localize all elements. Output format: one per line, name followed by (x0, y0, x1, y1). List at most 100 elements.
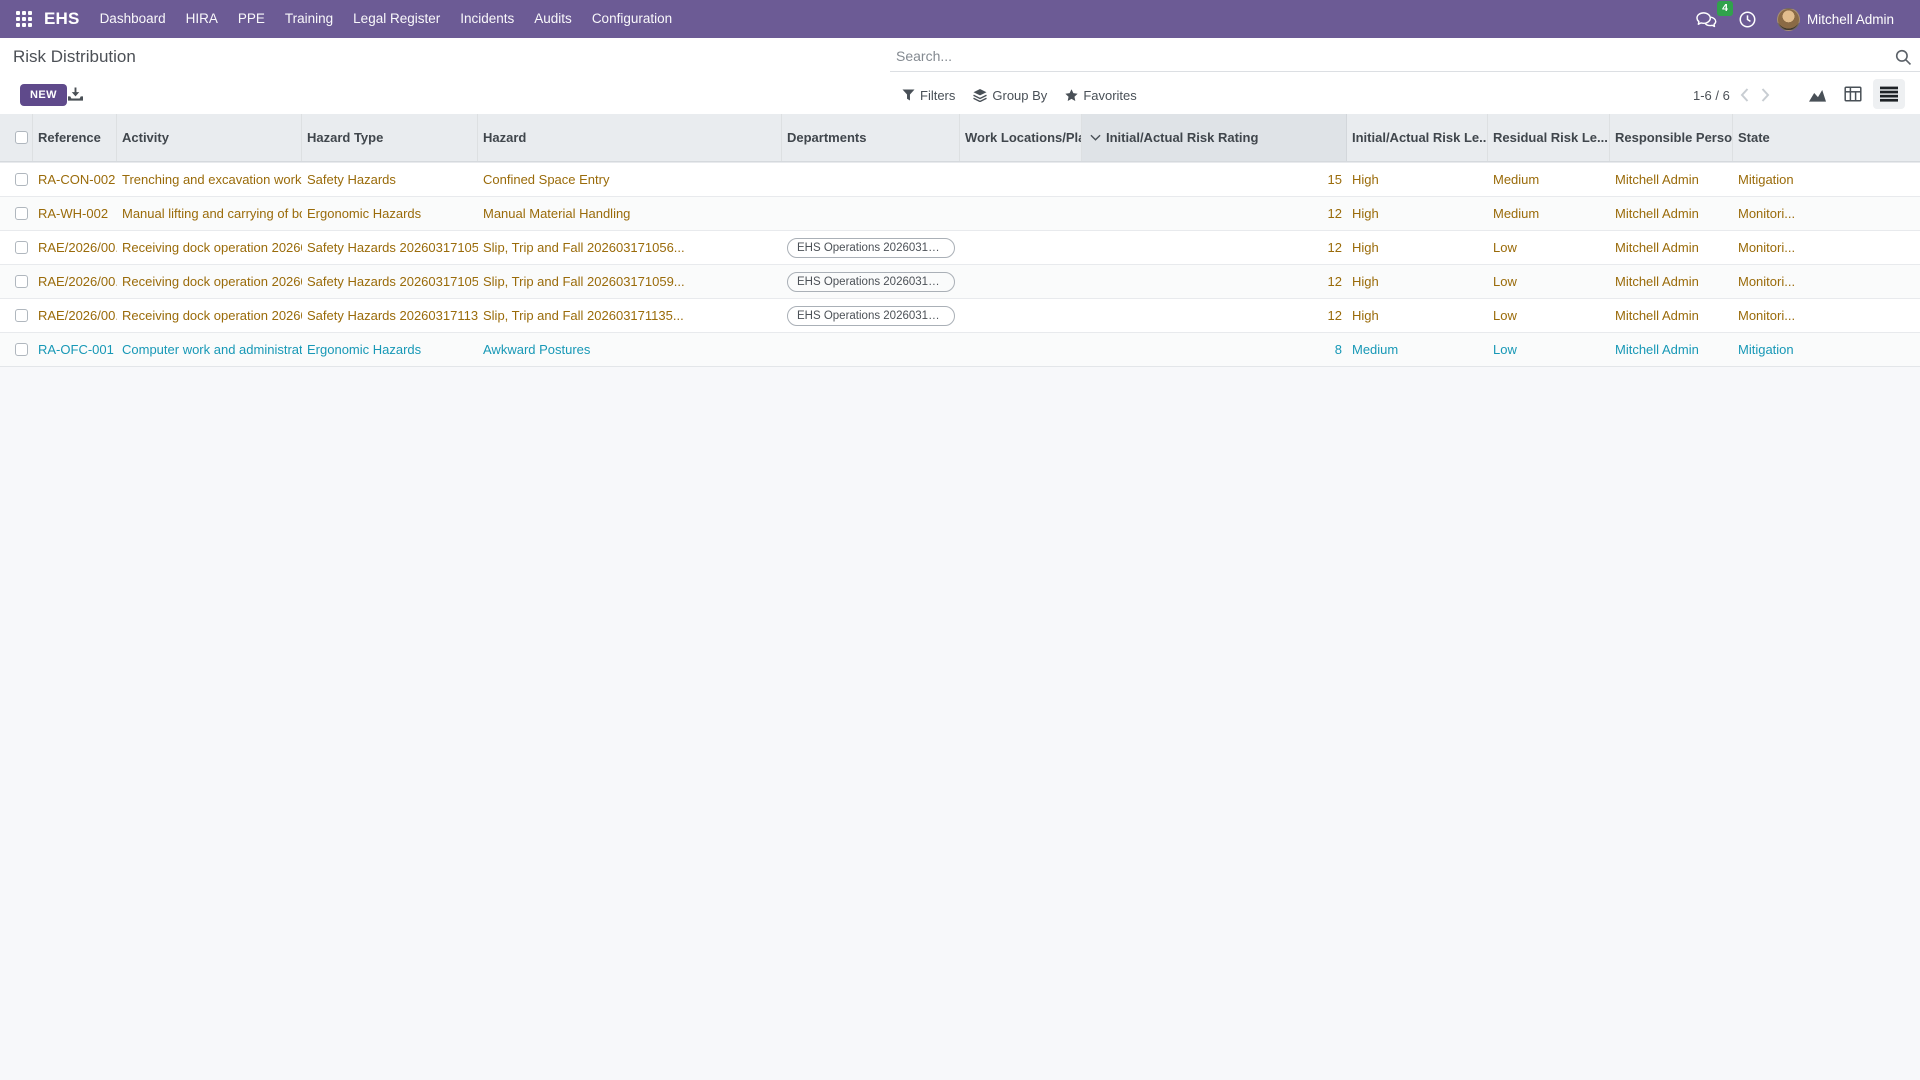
cell-initial-risk-level: High (1347, 197, 1488, 230)
pager: 1-6 / 6 (1693, 84, 1772, 106)
cell-departments (782, 163, 960, 196)
col-hazard-type[interactable]: Hazard Type (302, 114, 478, 161)
filters-button[interactable]: Filters (902, 88, 955, 103)
row-checkbox[interactable] (15, 241, 28, 254)
cell-residual-risk-level: Low (1488, 333, 1610, 366)
messages-button[interactable]: 4 (1695, 10, 1718, 29)
row-checkbox[interactable] (15, 309, 28, 322)
table-row[interactable]: RAE/2026/00...Receiving dock operation 2… (0, 298, 1920, 332)
cell-work-locations (960, 197, 1082, 230)
col-responsible-person[interactable]: Responsible Person (1610, 114, 1733, 161)
table-row[interactable]: RA-OFC-001Computer work and administrati… (0, 332, 1920, 366)
messages-badge: 4 (1717, 1, 1733, 16)
col-state[interactable]: State (1733, 114, 1920, 161)
col-departments[interactable]: Departments (782, 114, 960, 161)
row-select-cell[interactable] (0, 265, 33, 298)
list-view-icon (1880, 86, 1898, 102)
star-icon (1065, 89, 1078, 102)
row-select-cell[interactable] (0, 231, 33, 264)
cell-activity: Receiving dock operation 202603... (117, 299, 302, 332)
cell-activity: Manual lifting and carrying of box... (117, 197, 302, 230)
table-row[interactable]: RAE/2026/00...Receiving dock operation 2… (0, 264, 1920, 298)
group-by-button[interactable]: Group By (973, 88, 1047, 103)
cell-risk-rating: 8 (1082, 333, 1347, 366)
cell-departments: EHS Operations 202603171135... (782, 299, 960, 332)
group-by-label: Group By (992, 88, 1047, 103)
row-checkbox[interactable] (15, 207, 28, 220)
cell-risk-rating: 15 (1082, 163, 1347, 196)
cell-risk-rating: 12 (1082, 231, 1347, 264)
cell-risk-rating: 12 (1082, 265, 1347, 298)
nav-item-training[interactable]: Training (275, 0, 343, 38)
search-icon[interactable] (1895, 49, 1912, 71)
pager-prev-button[interactable] (1738, 88, 1751, 102)
pager-next-button[interactable] (1759, 88, 1772, 102)
row-checkbox[interactable] (15, 173, 28, 186)
sort-desc-icon (1090, 134, 1101, 141)
row-checkbox[interactable] (15, 343, 28, 356)
filters-label: Filters (920, 88, 955, 103)
app-name[interactable]: EHS (44, 9, 80, 29)
search-input[interactable] (890, 42, 1886, 64)
table-row[interactable]: RA-CON-002Trenching and excavation work … (0, 162, 1920, 196)
cell-activity: Receiving dock operation 202603... (117, 231, 302, 264)
pivot-view-button[interactable] (1837, 79, 1869, 109)
row-select-cell[interactable] (0, 333, 33, 366)
favorites-button[interactable]: Favorites (1065, 88, 1136, 103)
col-initial-actual-risk-rating[interactable]: Initial/Actual Risk Rating (1082, 114, 1347, 161)
chevron-right-icon (1761, 88, 1770, 102)
cell-hazard: Slip, Trip and Fall 202603171059... (478, 265, 782, 298)
cell-initial-risk-level: Medium (1347, 333, 1488, 366)
new-button[interactable]: NEW (20, 84, 67, 106)
cell-residual-risk-level: Low (1488, 231, 1610, 264)
row-select-cell[interactable] (0, 163, 33, 196)
graph-view-button[interactable] (1801, 79, 1833, 109)
row-checkbox[interactable] (15, 275, 28, 288)
table-header: Reference Activity Hazard Type Hazard De… (0, 114, 1920, 162)
col-reference[interactable]: Reference (33, 114, 117, 161)
cell-state: Monitori... (1733, 197, 1920, 230)
avatar[interactable] (1777, 8, 1800, 31)
cell-state: Mitigation (1733, 333, 1920, 366)
nav-item-dashboard[interactable]: Dashboard (90, 0, 176, 38)
apps-menu-button[interactable] (12, 7, 36, 31)
list-view-button[interactable] (1873, 79, 1905, 109)
col-hazard[interactable]: Hazard (478, 114, 782, 161)
nav-item-ppe[interactable]: PPE (228, 0, 275, 38)
cell-reference: RA-CON-002 (33, 163, 117, 196)
select-all-checkbox[interactable] (15, 131, 28, 144)
col-initial-risk-level[interactable]: Initial/Actual Risk Le... (1347, 114, 1488, 161)
nav-item-hira[interactable]: HIRA (176, 0, 228, 38)
chevron-left-icon (1740, 88, 1749, 102)
cell-reference: RAE/2026/00... (33, 231, 117, 264)
cell-state: Monitori... (1733, 299, 1920, 332)
cell-hazard: Manual Material Handling (478, 197, 782, 230)
activities-button[interactable] (1738, 10, 1757, 29)
cell-responsible-person: Mitchell Admin (1610, 163, 1733, 196)
table-row[interactable]: RA-WH-002Manual lifting and carrying of … (0, 196, 1920, 230)
cell-state: Monitori... (1733, 231, 1920, 264)
cell-initial-risk-level: High (1347, 163, 1488, 196)
col-residual-risk-level[interactable]: Residual Risk Le... (1488, 114, 1610, 161)
row-select-cell[interactable] (0, 197, 33, 230)
col-activity[interactable]: Activity (117, 114, 302, 161)
nav-item-legal-register[interactable]: Legal Register (343, 0, 450, 38)
export-button[interactable] (68, 87, 83, 102)
nav-item-incidents[interactable]: Incidents (450, 0, 524, 38)
cell-risk-rating: 12 (1082, 197, 1347, 230)
nav-item-configuration[interactable]: Configuration (582, 0, 682, 38)
clock-icon (1738, 10, 1757, 29)
search-bar[interactable] (890, 42, 1920, 72)
cell-responsible-person: Mitchell Admin (1610, 299, 1733, 332)
search-facets: Filters Group By Favorites (902, 84, 1137, 106)
cell-reference: RA-WH-002 (33, 197, 117, 230)
user-menu[interactable]: Mitchell Admin (1807, 12, 1894, 27)
nav-item-audits[interactable]: Audits (524, 0, 582, 38)
cell-residual-risk-level: Low (1488, 299, 1610, 332)
department-tag: EHS Operations 202603171059... (787, 272, 955, 292)
col-work-locations[interactable]: Work Locations/Places (960, 114, 1082, 161)
table-row[interactable]: RAE/2026/00...Receiving dock operation 2… (0, 230, 1920, 264)
row-select-cell[interactable] (0, 299, 33, 332)
department-tag: EHS Operations 202603171056... (787, 238, 955, 258)
select-all-cell[interactable] (0, 114, 33, 161)
